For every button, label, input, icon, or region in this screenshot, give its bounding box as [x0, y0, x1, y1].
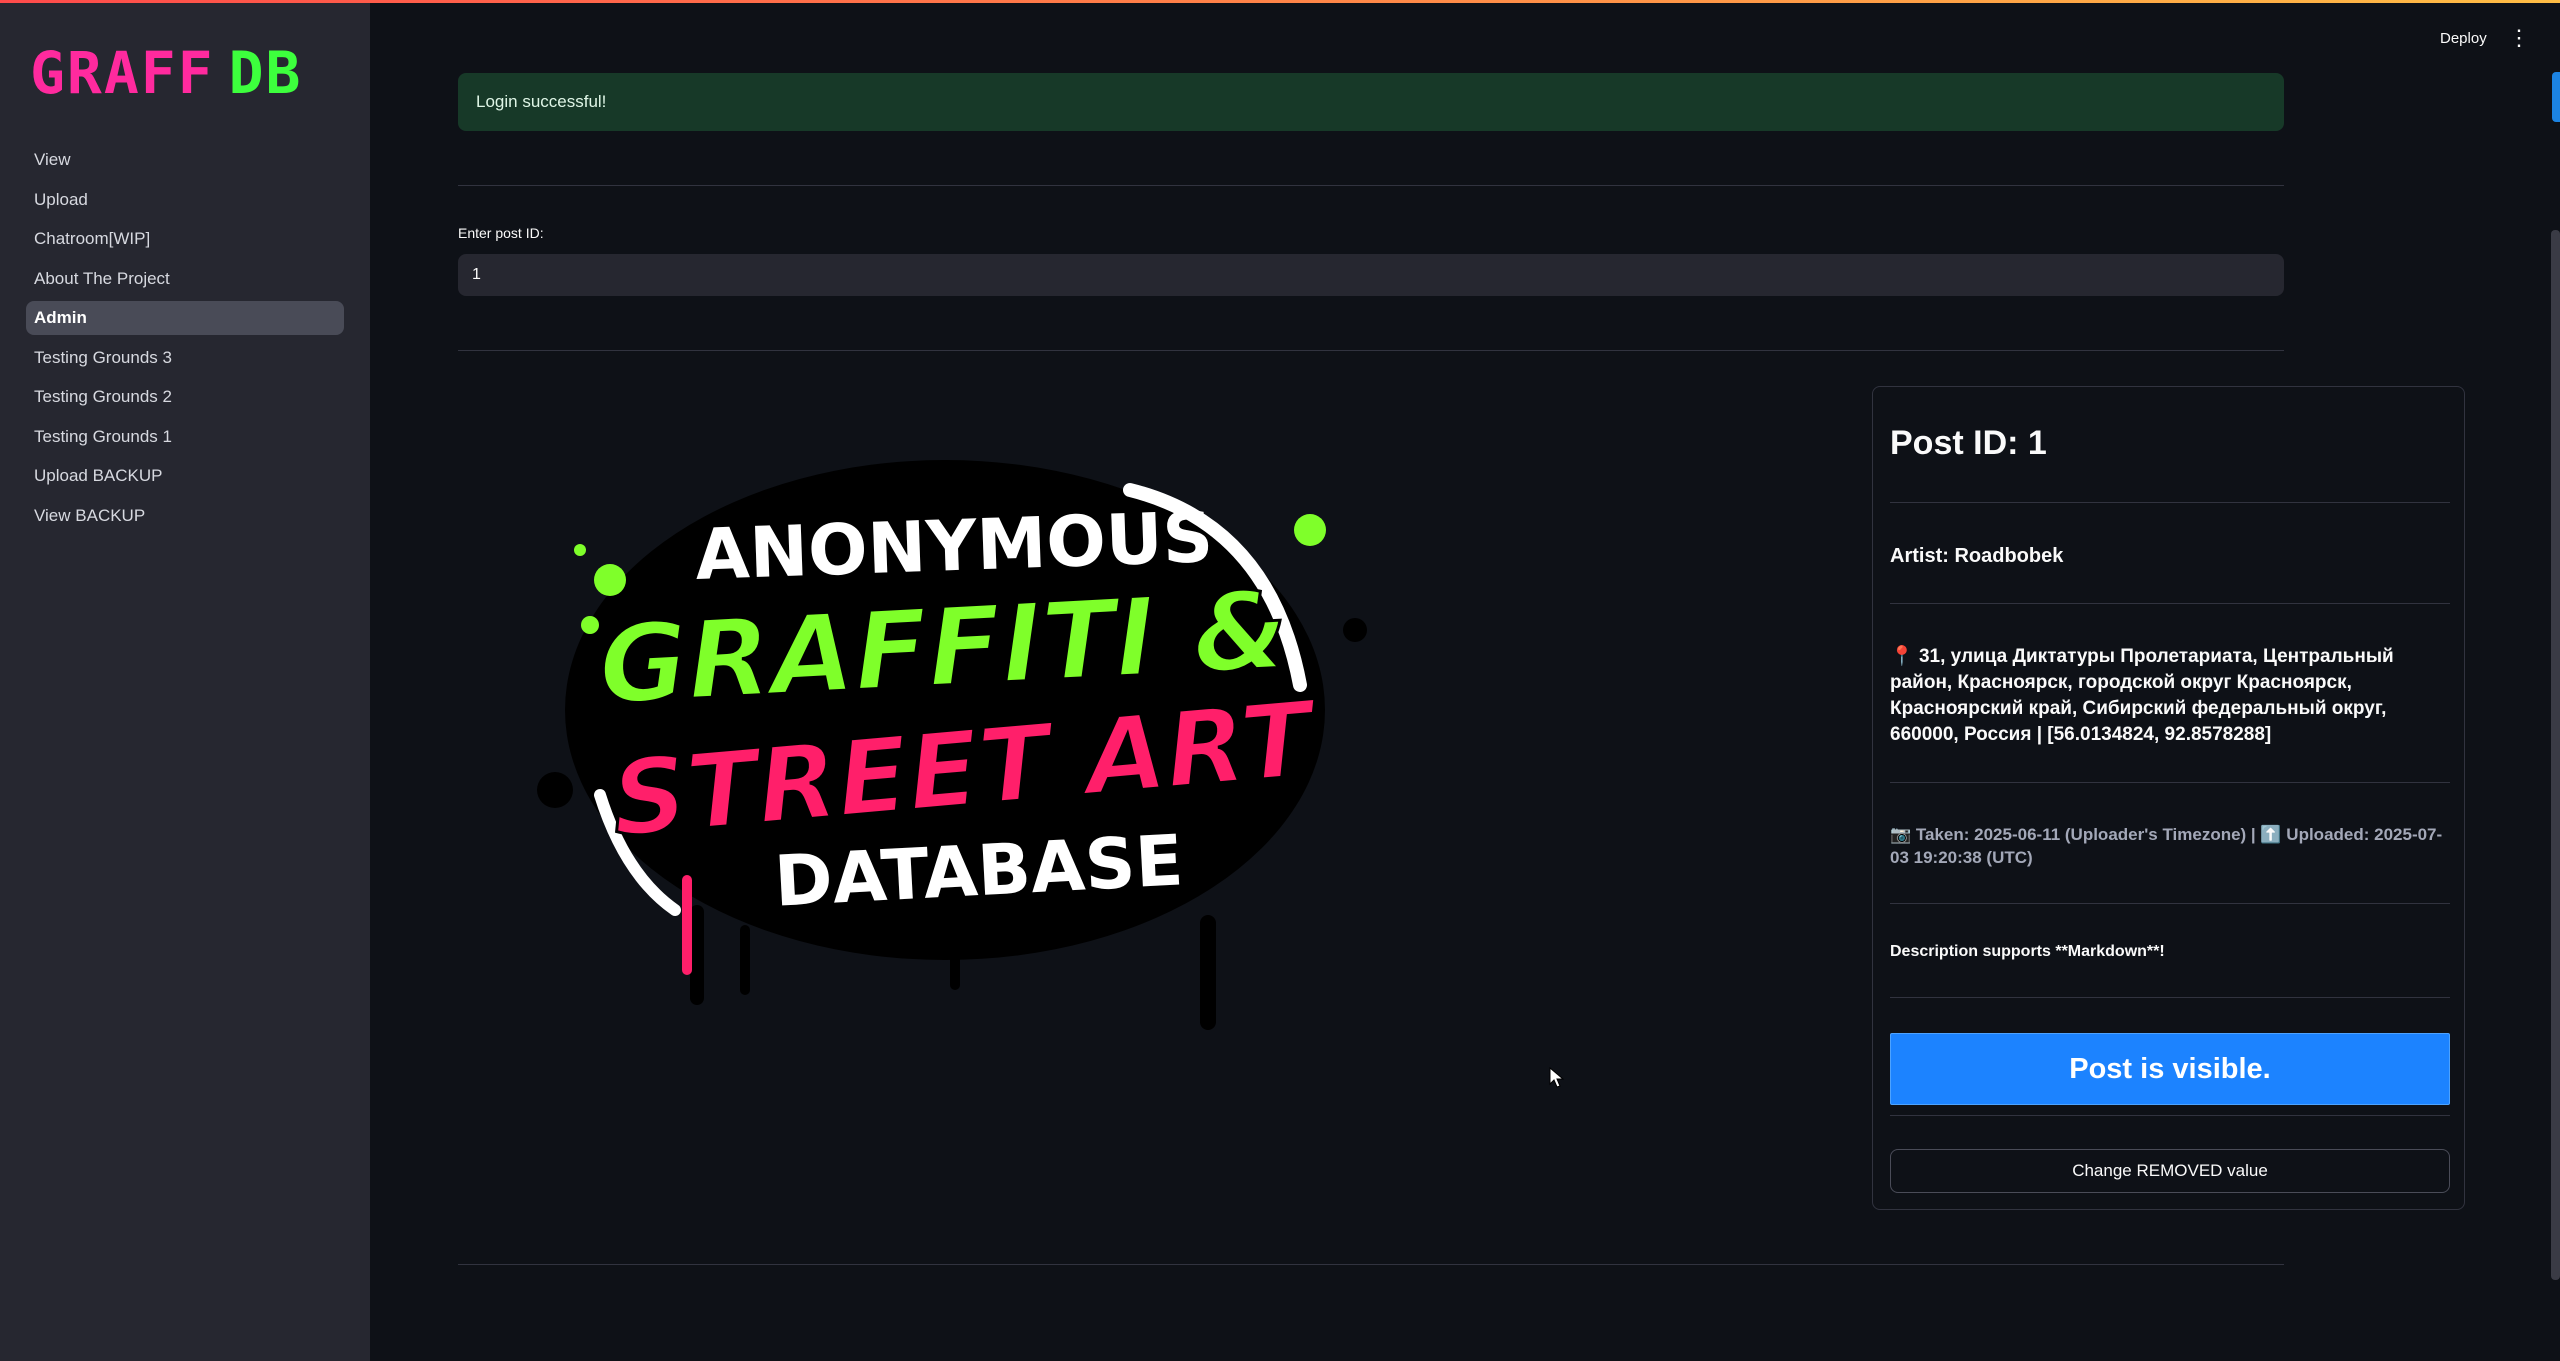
logo-text-graff: GRAFF: [30, 39, 215, 107]
drip: [690, 905, 704, 1005]
divider: [1890, 782, 2450, 783]
post-visible-button[interactable]: Post is visible.: [1890, 1033, 2450, 1105]
sidebar-item-upload-backup[interactable]: Upload BACKUP: [26, 459, 344, 493]
post-title: Post ID: 1: [1890, 424, 2047, 462]
sidebar-item-view[interactable]: View: [26, 143, 344, 177]
change-removed-button[interactable]: Change REMOVED value: [1890, 1149, 2450, 1193]
sidebar: GRAFF DB View Upload Chatroom[WIP] About …: [0, 3, 370, 1361]
sidebar-nav: View Upload Chatroom[WIP] About The Proj…: [26, 143, 344, 538]
paint-splat: [1343, 618, 1367, 642]
sidebar-item-testing-3[interactable]: Testing Grounds 3: [26, 341, 344, 375]
post-id-field-container: [458, 254, 2284, 296]
divider: [458, 1264, 2284, 1265]
post-location: 📍 31, улица Диктатуры Пролетариата, Цент…: [1890, 644, 2450, 748]
sidebar-item-about[interactable]: About The Project: [26, 262, 344, 296]
logo-text-db: DB: [228, 39, 303, 107]
mouse-cursor-icon: [1549, 1067, 1565, 1088]
paint-splat: [1294, 514, 1326, 546]
paint-splat: [932, 467, 952, 487]
post-id-label: Enter post ID:: [458, 225, 544, 241]
post-description: Description supports **Markdown**!: [1890, 943, 2165, 960]
sidebar-item-admin[interactable]: Admin: [26, 301, 344, 335]
sidebar-item-chatroom[interactable]: Chatroom[WIP]: [26, 222, 344, 256]
divider: [1890, 603, 2450, 604]
location-text: 31, улица Диктатуры Пролетариата, Центра…: [1890, 646, 2394, 745]
sidebar-item-view-backup[interactable]: View BACKUP: [26, 499, 344, 533]
pin-icon: 📍: [1890, 646, 1914, 667]
artist-name: Artist: Roadbobek: [1890, 545, 2064, 567]
paint-splat: [574, 544, 586, 556]
drip: [682, 875, 692, 975]
sidebar-item-upload[interactable]: Upload: [26, 183, 344, 217]
top-decoration-bar: [0, 0, 2560, 3]
divider: [458, 350, 2284, 351]
post-details-card: Post ID: 1 Artist: Roadbobek 📍 31, улица…: [1872, 386, 2465, 1210]
deploy-button[interactable]: Deploy: [2440, 30, 2487, 47]
divider: [1890, 1115, 2450, 1116]
scrollbar[interactable]: [2551, 230, 2560, 1280]
divider: [1890, 997, 2450, 998]
paint-splat: [594, 564, 626, 596]
drip: [1200, 915, 1216, 1030]
status-widget-edge[interactable]: [2552, 72, 2560, 122]
post-dates: 📷 Taken: 2025-06-11 (Uploader's Timezone…: [1890, 825, 2443, 867]
app-logo: GRAFF DB: [30, 41, 302, 105]
sidebar-item-testing-1[interactable]: Testing Grounds 1: [26, 420, 344, 454]
divider: [1890, 502, 2450, 503]
drip: [950, 935, 960, 990]
post-image: ANONYMOUS GRAFFITI & STREET ART DATABASE: [537, 460, 1367, 1030]
drip: [740, 925, 750, 995]
kebab-menu-icon[interactable]: ⋮: [2508, 26, 2530, 50]
sidebar-item-testing-2[interactable]: Testing Grounds 2: [26, 380, 344, 414]
divider: [1890, 903, 2450, 904]
success-alert: Login successful!: [458, 73, 2284, 131]
paint-splat: [537, 772, 573, 808]
divider: [458, 185, 2284, 186]
post-id-input[interactable]: [458, 254, 2284, 296]
